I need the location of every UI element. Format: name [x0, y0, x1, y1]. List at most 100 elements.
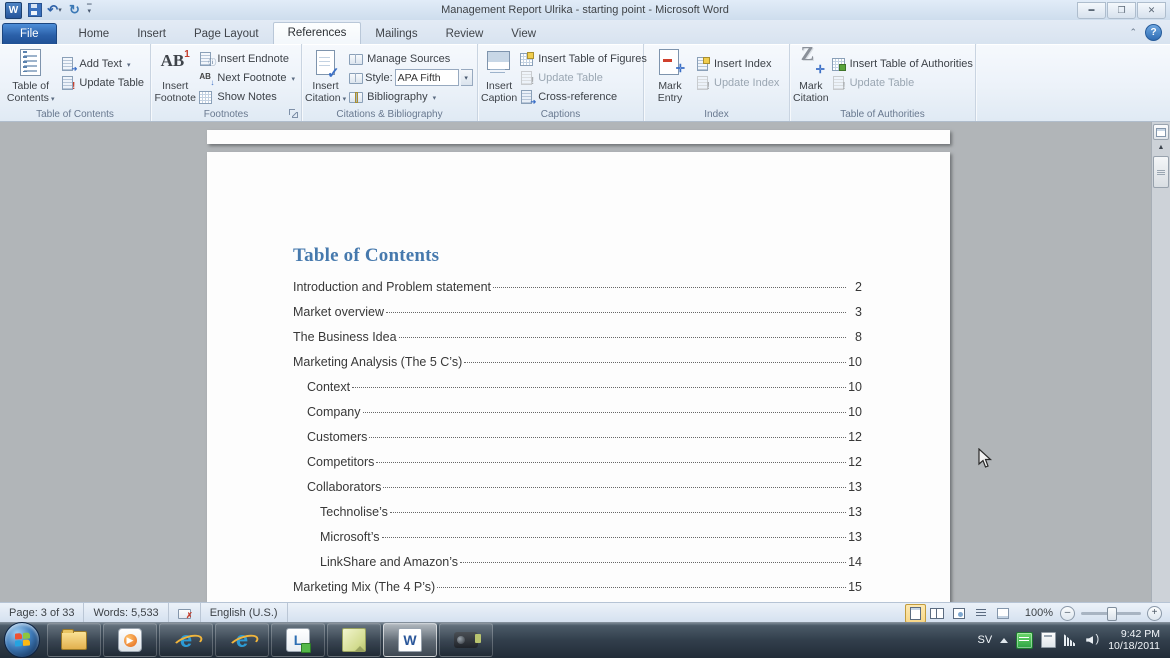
zoom-slider-thumb[interactable] — [1107, 607, 1117, 621]
taskbar-item-l-app[interactable] — [271, 623, 325, 657]
toc-entry[interactable]: Context 10 — [293, 380, 862, 405]
customize-qat-icon[interactable] — [87, 6, 92, 14]
toc-entry[interactable]: Collaborators 13 — [293, 480, 862, 505]
tab-references[interactable]: References — [273, 22, 362, 45]
style-select[interactable]: APA Fifth — [395, 69, 459, 86]
style-icon — [349, 71, 363, 85]
status-bar: Page: 3 of 33 Words: 5,533 English (U.S.… — [0, 602, 1170, 623]
taskbar-clock[interactable]: 9:42 PM 10/18/2011 — [1108, 628, 1160, 652]
action-center-icon[interactable] — [1041, 632, 1056, 648]
taskbar-item-recorder[interactable] — [439, 623, 493, 657]
zoom-level[interactable]: 100% — [1025, 607, 1053, 619]
mark-citation-button[interactable]: Mark Citation — [793, 46, 829, 106]
insert-table-of-authorities-button[interactable]: Insert Table of Authorities — [829, 55, 976, 72]
proofing-status[interactable] — [169, 603, 201, 623]
toc-entry-page: 14 — [848, 555, 862, 569]
insert-table-of-figures-button[interactable]: Insert Table of Figures — [517, 50, 650, 67]
network-icon[interactable] — [1064, 634, 1078, 646]
start-button[interactable] — [4, 622, 40, 658]
tab-view[interactable]: View — [497, 24, 550, 45]
insert-caption-button[interactable]: Insert Caption — [481, 46, 517, 106]
outline-view-button[interactable] — [971, 604, 992, 623]
toc-entry[interactable]: Microsoft’s 13 — [293, 530, 862, 555]
save-icon[interactable] — [28, 3, 42, 17]
manage-sources-button[interactable]: Manage Sources — [346, 50, 476, 67]
update-table-button[interactable]: Update Table — [58, 74, 147, 91]
insert-endnote-button[interactable]: Insert Endnote — [196, 50, 298, 67]
toc-entry-label: Market overview — [293, 305, 384, 319]
toc-entry[interactable]: Customers 12 — [293, 430, 862, 455]
draft-view-button[interactable] — [993, 604, 1014, 623]
scroll-up-icon[interactable] — [1152, 141, 1170, 154]
add-text-button[interactable]: Add Text — [58, 55, 147, 72]
scrollbar-thumb[interactable] — [1153, 156, 1169, 188]
toc-entry[interactable]: LinkShare and Amazon’s 14 — [293, 555, 862, 580]
taskbar-item-media-player[interactable] — [103, 623, 157, 657]
group-label-index: Index — [644, 109, 789, 120]
minimize-button[interactable] — [1077, 2, 1106, 19]
show-notes-button[interactable]: Show Notes — [196, 88, 298, 105]
redo-icon[interactable] — [69, 2, 80, 18]
bibliography-button[interactable]: Bibliography — [346, 88, 476, 105]
tab-insert[interactable]: Insert — [123, 24, 180, 45]
toc-entry[interactable]: Competitors 12 — [293, 455, 862, 480]
style-combo-row: Style: APA Fifth — [346, 69, 476, 86]
vertical-scrollbar[interactable] — [1151, 122, 1170, 602]
collapse-ribbon-icon[interactable] — [1129, 27, 1137, 38]
document-page[interactable]: Table of Contents Introduction and Probl… — [207, 152, 950, 602]
web-layout-view-button[interactable] — [949, 604, 970, 623]
table-of-contents-button[interactable]: Table of Contents — [3, 46, 58, 106]
taskbar-item-ie-1[interactable] — [159, 623, 213, 657]
insert-index-button[interactable]: Insert Index — [693, 55, 782, 72]
restore-button[interactable] — [1107, 2, 1136, 19]
toc-entry[interactable]: Company 10 — [293, 405, 862, 430]
insert-footnote-button[interactable]: Insert Footnote — [154, 46, 196, 106]
insert-citation-button[interactable]: Insert Citation — [305, 46, 346, 106]
zoom-in-button[interactable] — [1147, 606, 1162, 621]
toc-entry[interactable]: The Business Idea 8 — [293, 330, 862, 355]
mark-entry-button[interactable]: Mark Entry — [647, 46, 693, 106]
zoom-out-button[interactable] — [1060, 606, 1075, 621]
toc-entry[interactable]: Market overview 3 — [293, 305, 862, 330]
hidden-icons-arrow-icon[interactable] — [1000, 638, 1008, 643]
taskbar-item-explorer[interactable] — [47, 623, 101, 657]
toc-dot-leader — [369, 437, 846, 438]
toc-entry-label: Microsoft’s — [320, 530, 380, 544]
zoom-slider[interactable] — [1081, 612, 1141, 615]
tab-page-layout[interactable]: Page Layout — [180, 24, 273, 45]
footnotes-dialog-launcher-icon[interactable] — [289, 109, 298, 118]
full-screen-reading-view-button[interactable] — [927, 604, 948, 623]
print-layout-view-button[interactable] — [905, 604, 926, 623]
toc-entry[interactable]: Introduction and Problem statement 2 — [293, 280, 862, 305]
word-icon — [398, 628, 422, 652]
cross-reference-button[interactable]: Cross-reference — [517, 88, 650, 105]
toc-entry[interactable]: Marketing Analysis (The 5 C’s) 10 — [293, 355, 862, 380]
help-icon[interactable] — [1145, 24, 1162, 41]
taskbar-item-word[interactable] — [383, 623, 437, 657]
tab-mailings[interactable]: Mailings — [361, 24, 431, 45]
volume-icon[interactable] — [1086, 634, 1100, 646]
close-button[interactable] — [1137, 2, 1166, 19]
update-table-authorities-icon — [832, 76, 846, 90]
page-indicator[interactable]: Page: 3 of 33 — [0, 603, 84, 623]
view-buttons — [905, 604, 1014, 623]
taskbar-item-notes-app[interactable] — [327, 623, 381, 657]
toc-entry[interactable]: Technolise’s 13 — [293, 505, 862, 530]
word-count[interactable]: Words: 5,533 — [84, 603, 168, 623]
update-table-captions-button: Update Table — [517, 69, 650, 86]
web-layout-icon — [953, 608, 965, 619]
word-logo-icon[interactable] — [5, 2, 22, 19]
tray-green-app-icon[interactable] — [1016, 632, 1033, 649]
tab-home[interactable]: Home — [65, 24, 124, 45]
taskbar-item-ie-2[interactable] — [215, 623, 269, 657]
language-indicator[interactable]: English (U.S.) — [201, 603, 288, 623]
tab-review[interactable]: Review — [432, 24, 498, 45]
tab-file[interactable]: File — [2, 23, 57, 45]
update-index-button: Update Index — [693, 74, 782, 91]
group-label-table-of-contents: Table of Contents — [0, 109, 150, 120]
tray-language-indicator[interactable]: SV — [978, 634, 993, 646]
view-ruler-toggle-icon[interactable] — [1153, 124, 1169, 140]
next-footnote-button[interactable]: Next Footnote — [196, 69, 298, 86]
undo-button[interactable] — [47, 3, 62, 18]
style-select-arrow-icon[interactable] — [461, 69, 473, 86]
